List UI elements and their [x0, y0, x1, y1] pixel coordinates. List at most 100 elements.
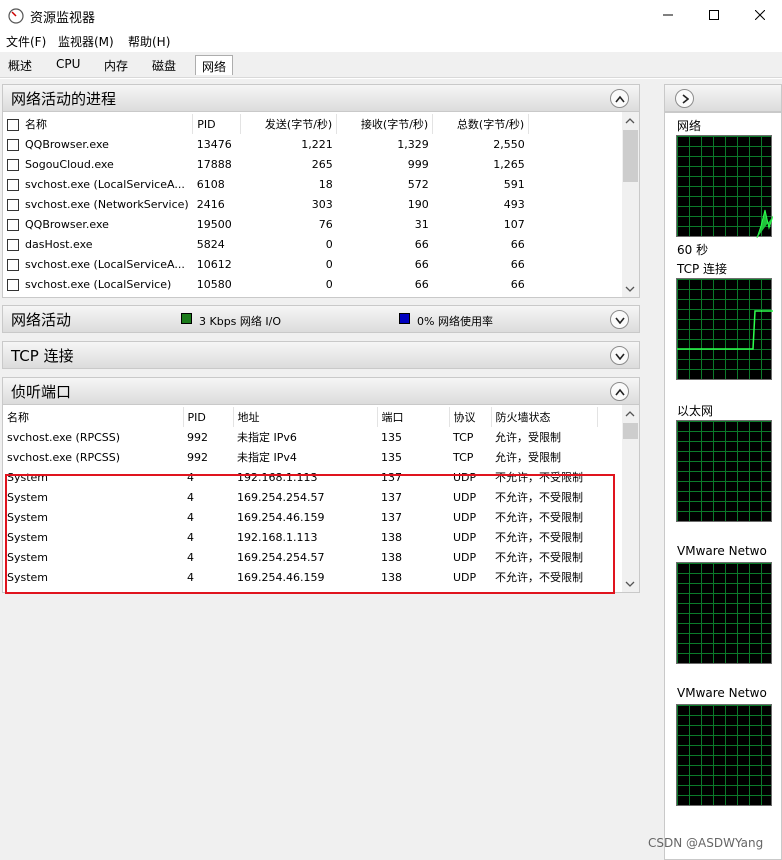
send-cell: 0: [325, 237, 333, 251]
process-name-cell: svchost.exe (LocalServiceA...: [3, 254, 193, 274]
address-cell: 未指定 IPv4: [237, 451, 297, 464]
maximize-button[interactable]: [691, 0, 737, 30]
port-cell: 138: [381, 550, 402, 564]
protocol-cell: UDP: [453, 510, 477, 524]
table-row[interactable]: System 4 169.254.46.159 138 UDP 不允许，不受限制: [3, 567, 597, 587]
network-activity-header[interactable]: 网络活动 3 Kbps 网络 I/O 0% 网络使用率: [2, 305, 640, 333]
table-row[interactable]: System 4 169.254.46.159 137 UDP 不允许，不受限制: [3, 507, 597, 527]
tab-disk[interactable]: 磁盘: [146, 55, 182, 75]
listening-body: svchost.exe (RPCSS) 992 未指定 IPv6 135 TCP 允许，受…: [3, 427, 597, 587]
port-cell: 138: [381, 570, 402, 584]
col-pid[interactable]: PID: [183, 407, 234, 427]
table-row[interactable]: QQBrowser.exe 13476 1,221 1,329 2,550: [3, 134, 529, 154]
process-name-cell: svchost.exe (LocalService): [3, 274, 193, 294]
table-row[interactable]: System 4 192.168.1.113 138 UDP 不允许，不受限制: [3, 527, 597, 547]
col-port[interactable]: 端口: [377, 407, 450, 427]
chevron-down-icon: [614, 353, 625, 360]
row-checkbox[interactable]: [7, 158, 19, 171]
row-checkbox[interactable]: [7, 138, 19, 151]
col-address[interactable]: 地址: [233, 407, 378, 427]
menu-help[interactable]: 帮助(H): [128, 33, 170, 50]
tab-cpu[interactable]: CPU: [50, 55, 86, 75]
col-firewall[interactable]: 防火墙状态: [491, 407, 598, 427]
listening-header[interactable]: 侦听端口: [2, 377, 640, 405]
row-checkbox[interactable]: [7, 178, 19, 191]
row-checkbox[interactable]: [7, 198, 19, 211]
select-all-checkbox[interactable]: [7, 119, 19, 131]
table-row[interactable]: System 4 192.168.1.113 137 UDP 不允许，不受限制: [3, 467, 597, 487]
table-row[interactable]: System 4 169.254.254.57 138 UDP 不允许，不受限制: [3, 547, 597, 567]
tcp-header[interactable]: TCP 连接: [2, 341, 640, 369]
tab-overview[interactable]: 概述: [2, 55, 38, 75]
processes-scrollbar[interactable]: [622, 112, 639, 297]
collapse-button[interactable]: [610, 382, 629, 401]
name-cell: System: [7, 570, 49, 584]
graphs-pane: 网络 60 秒 TCP 连接 以太网 VMware Netwo VMware N…: [660, 79, 782, 860]
port-cell: 135: [381, 450, 402, 464]
table-row[interactable]: System 4 169.254.254.57 137 UDP 不允许，不受限制: [3, 487, 597, 507]
table-row[interactable]: QQBrowser.exe 19500 76 31 107: [3, 214, 529, 234]
total-cell: 66: [510, 277, 525, 291]
pid-cell: 17888: [196, 157, 232, 171]
pid-cell: 19500: [196, 217, 232, 231]
col-send[interactable]: 发送(字节/秒): [240, 114, 338, 134]
graph-label-network: 网络: [677, 119, 702, 133]
scroll-up-icon[interactable]: [622, 114, 639, 128]
total-cell: 2,550: [493, 137, 525, 151]
col-pid[interactable]: PID: [192, 114, 242, 134]
table-row[interactable]: svchost.exe (RPCSS) 992 未指定 IPv6 135 TCP 允许，受…: [3, 427, 597, 447]
col-receive[interactable]: 接收(字节/秒): [336, 114, 434, 134]
collapse-button[interactable]: [610, 89, 629, 108]
menu-monitor[interactable]: 监视器(M): [58, 33, 114, 50]
col-name[interactable]: 名称: [3, 114, 194, 134]
table-row[interactable]: SogouCloud.exe 17888 265 999 1,265: [3, 154, 529, 174]
col-protocol[interactable]: 协议: [449, 407, 492, 427]
tab-memory[interactable]: 内存: [98, 55, 134, 75]
graphs-toggle-button[interactable]: [675, 89, 694, 108]
scroll-down-icon[interactable]: [622, 577, 639, 591]
table-row[interactable]: dasHost.exe 5824 0 66 66: [3, 234, 529, 254]
listening-scrollbar[interactable]: [622, 405, 639, 592]
address-cell: 169.254.254.57: [237, 550, 325, 564]
pid-cell: 13476: [196, 137, 232, 151]
processes-header[interactable]: 网络活动的进程: [2, 84, 640, 112]
table-row[interactable]: svchost.exe (RPCSS) 992 未指定 IPv4 135 TCP 允许，受…: [3, 447, 597, 467]
total-cell: 66: [510, 237, 525, 251]
graph-label-vmware-1: VMware Netwo: [677, 544, 767, 558]
graphs-header[interactable]: [664, 84, 782, 112]
scroll-up-icon[interactable]: [622, 407, 639, 421]
menu-file[interactable]: 文件(F): [6, 33, 46, 50]
process-name-cell: SogouCloud.exe: [3, 154, 193, 174]
minimize-button[interactable]: [645, 0, 691, 30]
row-checkbox[interactable]: [7, 218, 19, 231]
scroll-down-icon[interactable]: [622, 282, 639, 296]
expand-button[interactable]: [610, 346, 629, 365]
address-cell: 192.168.1.113: [237, 470, 318, 484]
address-cell: 未指定 IPv6: [237, 431, 297, 444]
send-cell: 0: [325, 257, 333, 271]
tab-strip: 概述 CPU 内存 磁盘 网络: [0, 52, 782, 78]
tab-network[interactable]: 网络: [195, 55, 234, 75]
table-row[interactable]: svchost.exe (LocalServiceA... 6108 18 572 59…: [3, 174, 529, 194]
process-name-cell: dasHost.exe: [3, 234, 193, 254]
table-header-row: 名称 PID 地址 端口 协议 防火墙状态: [3, 407, 598, 427]
col-total[interactable]: 总数(字节/秒): [432, 114, 530, 134]
scroll-thumb[interactable]: [623, 423, 638, 439]
expand-button[interactable]: [610, 310, 629, 329]
table-row[interactable]: svchost.exe (LocalService) 10580 0 66 66: [3, 274, 529, 294]
row-checkbox[interactable]: [7, 238, 19, 251]
scroll-thumb[interactable]: [623, 130, 638, 182]
close-button[interactable]: [737, 0, 782, 30]
col-name[interactable]: 名称: [3, 407, 184, 427]
firewall-cell: 不允许，不受限制: [495, 491, 583, 504]
table-row[interactable]: svchost.exe (NetworkService) 2416 303 190 49…: [3, 194, 529, 214]
pid-cell: 5824: [196, 237, 225, 251]
table-row[interactable]: svchost.exe (LocalServiceA... 10612 0 66 66: [3, 254, 529, 274]
name-cell: System: [7, 470, 49, 484]
row-checkbox[interactable]: [7, 258, 19, 271]
process-name-cell: QQBrowser.exe: [3, 214, 193, 234]
protocol-cell: UDP: [453, 550, 477, 564]
row-checkbox[interactable]: [7, 278, 19, 291]
graph-label-ethernet: 以太网: [677, 404, 714, 418]
total-cell: 107: [503, 217, 525, 231]
